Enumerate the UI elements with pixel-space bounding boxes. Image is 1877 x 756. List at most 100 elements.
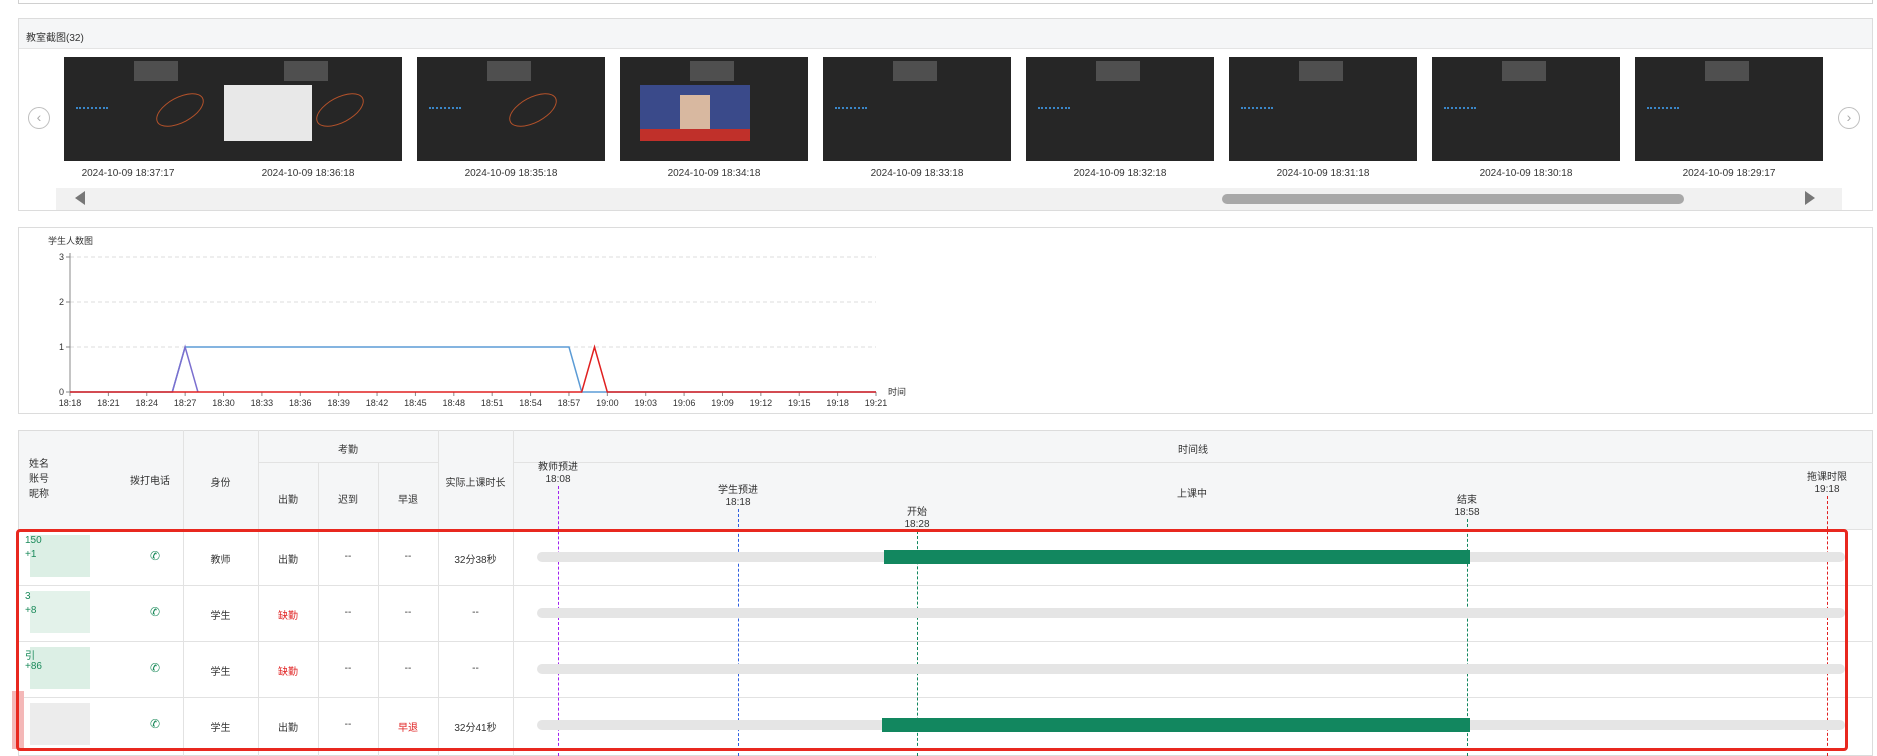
screenshots-header: 教室截图(32) <box>19 19 1872 49</box>
x-tick-label: 19:03 <box>634 398 657 408</box>
screenshot-timestamp: 2024-10-09 18:32:18 <box>1073 168 1167 179</box>
next-screenshot-button[interactable]: › <box>1838 107 1860 129</box>
annotation-scribble <box>503 86 563 134</box>
timeline-mark-time: 19:18 <box>1814 484 1840 495</box>
x-tick-label: 18:57 <box>558 398 581 408</box>
screenshot-thumbnail[interactable] <box>823 57 1011 161</box>
header-name-line: 账号 <box>29 474 49 485</box>
scrollbar-thumb[interactable] <box>1222 194 1684 204</box>
timeline-mark-label: 教师预进 18:08 <box>518 462 598 486</box>
screenshot-timestamp: 2024-10-09 18:31:18 <box>1276 168 1370 179</box>
screenshot-thumbnail[interactable] <box>620 57 808 161</box>
header-divider <box>513 462 1873 463</box>
screenshot-thumbnail[interactable] <box>1635 57 1823 161</box>
blurred-region <box>690 61 734 81</box>
x-tick-label: 18:36 <box>289 398 312 408</box>
screenshot-thumbnail[interactable] <box>417 57 605 161</box>
blue-text-line <box>76 107 108 113</box>
highlight-box <box>16 529 1848 751</box>
blue-text-line <box>1038 107 1070 113</box>
x-tick-label: 19:18 <box>826 398 849 408</box>
x-tick-label: 19:00 <box>596 398 619 408</box>
screenshot-timestamp: 2024-10-09 18:30:18 <box>1479 168 1573 179</box>
x-tick-label: 18:39 <box>327 398 350 408</box>
annotation-scribble <box>150 86 210 134</box>
screenshot-thumbnail[interactable] <box>64 57 230 161</box>
screenshot-thumbnail[interactable] <box>1026 57 1214 161</box>
x-tick-label: 19:06 <box>673 398 696 408</box>
header-timeline: 时间线 <box>1178 445 1208 456</box>
y-axis-label: 学生人数图 <box>48 235 93 246</box>
header-role: 身份 <box>210 478 231 489</box>
series-line <box>171 344 199 393</box>
x-tick-label: 18:48 <box>443 398 466 408</box>
x-tick-label: 18:24 <box>135 398 158 408</box>
screenshot-thumbnail[interactable] <box>214 57 402 161</box>
blurred-region <box>1502 61 1546 81</box>
y-tick-label: 3 <box>59 252 64 262</box>
timeline-mark-name: 上课中 <box>1177 489 1207 500</box>
timeline-mark-name: 学生预进 <box>718 485 758 496</box>
blue-text-line <box>1647 107 1679 113</box>
chevron-left-icon: ‹ <box>36 109 42 125</box>
y-tick-label: 0 <box>59 387 64 397</box>
timeline-mark-name: 开始 <box>907 507 927 518</box>
video-person <box>680 95 710 133</box>
blue-text-line <box>1444 107 1476 113</box>
header-present: 出勤 <box>278 495 298 506</box>
timeline-mark-label: 开始 18:28 <box>877 507 957 531</box>
header-call: 拨打电话 <box>130 476 170 487</box>
blurred-region <box>1705 61 1749 81</box>
header-attendance: 考勤 <box>338 445 358 456</box>
header-divider <box>258 462 438 463</box>
blue-text-line <box>1241 107 1273 113</box>
header-duration: 实际上课时长 <box>445 478 506 489</box>
student-count-chart: 学生人数图 0 1 2 3 18:18 18:21 18:24 18:27 18:30 18:33 1… <box>48 235 906 408</box>
screenshot-timestamp: 2024-10-09 18:36:18 <box>261 168 355 179</box>
x-tick-label: 19:21 <box>865 398 888 408</box>
video-image <box>640 85 750 141</box>
blurred-region <box>487 61 531 81</box>
screenshot-thumbnail[interactable] <box>1432 57 1620 161</box>
timeline-mark-time: 18:18 <box>725 497 751 508</box>
x-tick-label: 18:21 <box>97 398 120 408</box>
x-tick-label: 18:18 <box>59 398 82 408</box>
timeline-mark-name: 结束 <box>1457 495 1477 506</box>
scroll-left-arrow-icon[interactable] <box>75 191 85 205</box>
annotation-scribble <box>310 86 370 134</box>
screenshots-title: 教室截图(32) <box>26 33 84 44</box>
screenshot-timestamp: 2024-10-09 18:34:18 <box>667 168 761 179</box>
x-tick-label: 18:30 <box>212 398 235 408</box>
timeline-mark-name: 教师预进 <box>538 462 578 473</box>
x-tick-label: 18:45 <box>404 398 427 408</box>
header-name-line: 昵称 <box>29 489 49 500</box>
x-tick-label: 18:27 <box>174 398 197 408</box>
screenshot-thumbnail[interactable] <box>1229 57 1417 161</box>
top-panel-edge <box>18 0 1873 4</box>
timeline-mark-label: 结束 18:58 <box>1427 495 1507 519</box>
x-tick-label: 18:33 <box>251 398 274 408</box>
prev-screenshot-button[interactable]: ‹ <box>28 107 50 129</box>
chevron-right-icon: › <box>1846 109 1852 125</box>
scroll-right-arrow-icon[interactable] <box>1805 191 1815 205</box>
x-tick-label: 19:15 <box>788 398 811 408</box>
blurred-region <box>1096 61 1140 81</box>
screenshot-timestamp: 2024-10-09 18:33:18 <box>870 168 964 179</box>
timeline-mark-name: 拖课时限 <box>1807 472 1847 483</box>
x-tick-label: 19:09 <box>711 398 734 408</box>
blue-text-line <box>429 107 461 113</box>
blurred-region <box>284 61 328 81</box>
timeline-mark-label: 拖课时限 19:18 <box>1787 472 1867 496</box>
x-tick-label: 18:54 <box>519 398 542 408</box>
timeline-mark-time: 18:58 <box>1454 507 1480 518</box>
y-tick-label: 2 <box>59 297 64 307</box>
blue-text-line <box>835 107 867 113</box>
screenshot-timestamp: 2024-10-09 18:29:17 <box>1682 168 1776 179</box>
video-stage <box>640 129 750 141</box>
x-axis-label: 时间 <box>888 386 906 397</box>
blurred-region <box>1299 61 1343 81</box>
header-early: 早退 <box>398 495 418 506</box>
x-tick-label: 18:42 <box>366 398 389 408</box>
timeline-mark-label: 上课中 <box>1152 489 1232 501</box>
screenshot-timestamp: 2024-10-09 18:35:18 <box>464 168 558 179</box>
